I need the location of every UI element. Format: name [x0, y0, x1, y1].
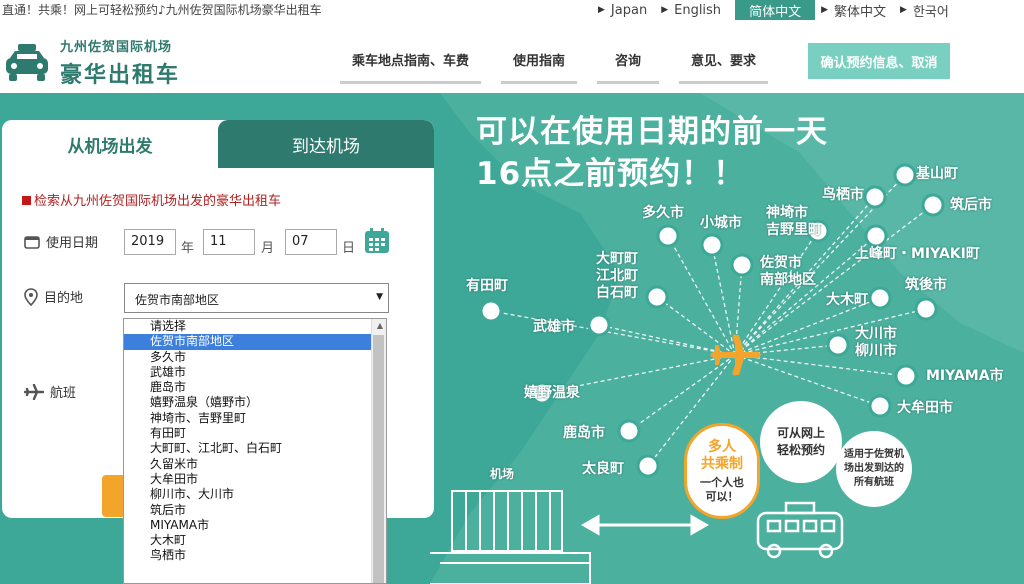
- place-label: 基山町: [916, 166, 958, 182]
- place-label: 大牟田市: [897, 400, 953, 416]
- airport-label: 机场: [490, 467, 515, 481]
- dropdown-option[interactable]: 大木町: [124, 533, 386, 548]
- lang-korean[interactable]: ▶ 한국어: [900, 0, 949, 20]
- scroll-up-icon[interactable]: ▲: [377, 321, 383, 330]
- place-label: 小城市: [700, 215, 742, 231]
- place-label: 大木町: [826, 292, 868, 308]
- airplane-small-icon: [24, 383, 44, 400]
- dropdown-option[interactable]: MIYAMA市: [124, 518, 386, 533]
- calendar-small-icon: [24, 235, 40, 249]
- dropdown-option[interactable]: 大牟田市: [124, 472, 386, 487]
- nav-feedback[interactable]: 意见、要求: [679, 42, 769, 84]
- dropdown-option[interactable]: 大町町、江北町、白石町: [124, 441, 386, 456]
- lang-simplified-chinese[interactable]: 简体中文: [735, 0, 816, 20]
- place-label: 鸟栖市: [822, 187, 864, 203]
- place-label: 多久市: [642, 205, 684, 221]
- taxi-icon: [6, 43, 48, 81]
- dropdown-option[interactable]: 嬉野温泉（嬉野市）: [124, 395, 386, 410]
- nav-boarding-guide[interactable]: 乘车地点指南、车费: [340, 42, 482, 84]
- language-switcher: ▶ Japan ▶ English 简体中文 ▶ 繁体中文 ▶ 한국어: [598, 0, 963, 20]
- confirm-reservation-button[interactable]: 确认预约信息、取消: [808, 43, 950, 79]
- scrollbar-thumb[interactable]: [373, 335, 384, 583]
- site-logo[interactable]: 九州佐贺国际机场 豪华出租车: [4, 36, 180, 89]
- place-label: 鹿岛市: [563, 425, 605, 441]
- dropdown-option[interactable]: 鹿岛市: [124, 380, 386, 395]
- nav-contact[interactable]: 咨询: [597, 42, 660, 84]
- year-unit: 年: [181, 241, 195, 256]
- place-label: 嬉野温泉: [524, 385, 580, 401]
- dropdown-option[interactable]: 有田町: [124, 426, 386, 441]
- lang-japan[interactable]: ▶ Japan: [598, 0, 647, 20]
- place-label: MIYAMA市: [926, 368, 1004, 384]
- tab-from-airport[interactable]: 从机场出发: [2, 120, 218, 168]
- site-tagline: 直通！共乘！网上可轻松预约♪九州佐贺国际机场豪华出租车: [2, 3, 322, 17]
- dropdown-option[interactable]: 武雄市: [124, 365, 386, 380]
- day-input[interactable]: 07: [285, 229, 337, 255]
- dropdown-option[interactable]: 多久市: [124, 350, 386, 365]
- dropdown-option[interactable]: 请选择: [124, 319, 386, 334]
- place-label: 大川市 柳川市: [855, 326, 897, 359]
- online-booking-bubble: 可从网上 轻松预约: [760, 401, 842, 483]
- date-label-row: 使用日期: [24, 232, 98, 251]
- triangle-icon: ▶: [821, 5, 828, 15]
- triangle-icon: ▶: [900, 5, 907, 15]
- destination-dropdown-list[interactable]: 请选择 佐贺市南部地区 多久市 武雄市 鹿岛市 嬉野温泉（嬉野市） 神埼市、吉野…: [123, 318, 387, 584]
- day-unit: 日: [342, 241, 356, 256]
- lang-traditional-chinese[interactable]: ▶ 繁体中文: [821, 0, 886, 20]
- month-input[interactable]: 11: [203, 229, 255, 255]
- hero-headline: 可以在使用日期的前一天 16点之前预约！！: [476, 114, 828, 192]
- place-label: 大町町 江北町 白石町: [596, 251, 638, 301]
- month-unit: 月: [261, 241, 275, 256]
- calendar-icon[interactable]: [363, 227, 391, 255]
- dropdown-option[interactable]: 鸟栖市: [124, 548, 386, 563]
- dropdown-option[interactable]: 柳川市、大川市: [124, 487, 386, 502]
- tab-to-airport[interactable]: 到达机场: [218, 120, 434, 168]
- flight-label-row: 航班: [24, 382, 76, 401]
- hero-banner: 可以在使用日期的前一天 16点之前预约！！ 多久市 小城市 神埼市 吉野里町 鸟…: [0, 93, 1024, 584]
- logo-subtitle: 九州佐贺国际机场: [60, 40, 173, 55]
- place-label: 武雄市: [533, 319, 575, 335]
- header: 九州佐贺国际机场 豪华出租车 乘车地点指南、车费 使用指南 咨询 意见、要求 确…: [0, 22, 1024, 92]
- destination-select[interactable]: 佐贺市南部地区 ▼: [124, 283, 389, 313]
- year-input[interactable]: 2019: [124, 229, 176, 255]
- place-label: 太良町: [582, 461, 624, 477]
- dropdown-option[interactable]: 筑后市: [124, 503, 386, 518]
- place-label: 筑后市: [950, 197, 992, 213]
- search-title: 检索从九州佐贺国际机场出发的豪华出租车: [22, 190, 281, 209]
- top-bar: 直通！共乘！网上可轻松预约♪九州佐贺国际机场豪华出租车 ▶ Japan ▶ Engl…: [0, 0, 1024, 20]
- place-label: 筑後市: [905, 277, 947, 293]
- place-label: 上峰町・MIYAKI町: [855, 246, 980, 262]
- place-label: 神埼市 吉野里町: [766, 205, 822, 238]
- place-label: 佐贺市 南部地区: [760, 255, 816, 288]
- place-label: 有田町: [466, 278, 508, 294]
- all-flights-bubble: 适用于佐贺机 场出发到达的 所有航班: [836, 431, 912, 507]
- location-pin-icon: [24, 287, 38, 306]
- dropdown-option[interactable]: 神埼市、吉野里町: [124, 411, 386, 426]
- lang-english[interactable]: ▶ English: [661, 0, 721, 20]
- nav-usage-guide[interactable]: 使用指南: [501, 42, 578, 84]
- dropdown-option-selected[interactable]: 佐贺市南部地区: [124, 334, 386, 350]
- destination-label-row: 目的地: [24, 287, 83, 306]
- dropdown-option[interactable]: 久留米市: [124, 457, 386, 472]
- triangle-icon: ▶: [598, 5, 605, 15]
- square-icon: [22, 196, 31, 205]
- shared-ride-bubble: 多人 共乘制 一个人也 可以！: [684, 423, 760, 519]
- main-nav: 乘车地点指南、车费 使用指南 咨询 意见、要求: [340, 42, 788, 84]
- triangle-icon: ▶: [661, 5, 669, 15]
- logo-title: 豪华出租车: [60, 63, 181, 88]
- dropdown-arrow-icon: ▼: [376, 292, 383, 302]
- dropdown-scrollbar[interactable]: ▲: [371, 319, 386, 583]
